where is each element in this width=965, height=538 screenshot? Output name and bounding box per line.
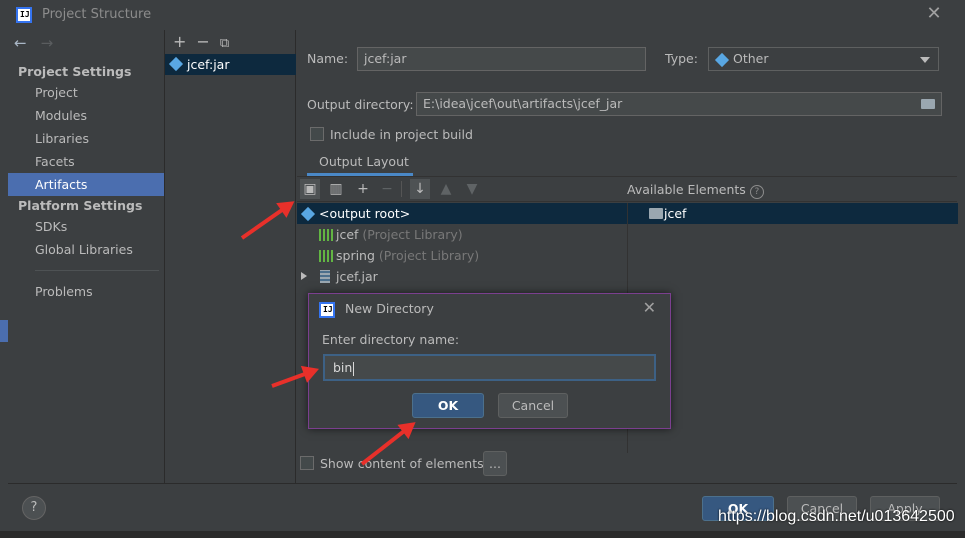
chevron-down-icon [920, 57, 930, 63]
platform-settings-header: Platform Settings [18, 198, 143, 213]
copy-icon[interactable]: ⧉ [220, 36, 229, 51]
artifact-list-toolbar: + − ⧉ [173, 32, 239, 51]
nav-arrows: ← → [14, 34, 67, 52]
include-build-label: Include in project build [330, 127, 473, 142]
type-combo-value: Other [733, 51, 769, 66]
move-down-icon[interactable]: ▼ [462, 179, 482, 199]
available-element-jcef[interactable]: jcef [628, 203, 958, 224]
nav-item-global-libraries[interactable]: Global Libraries [8, 238, 164, 261]
tree-row-label: spring (Project Library) [336, 248, 480, 263]
show-content-checkbox[interactable] [300, 456, 314, 470]
back-arrow-icon[interactable]: ← [14, 34, 27, 52]
dialog-close-icon[interactable]: ✕ [643, 298, 656, 317]
background-window-bottom [0, 531, 965, 538]
output-dir-value: E:\idea\jcef\out\artifacts\jcef_jar [423, 96, 623, 111]
help-icon[interactable]: ? [749, 185, 764, 199]
title-bar: IJ Project Structure ✕ [0, 0, 965, 30]
tree-row-label: <output root> [319, 206, 411, 221]
nav-item-modules[interactable]: Modules [8, 104, 164, 127]
layout-toolbar: ▣ ▥ + − ↓ ▲ ▼ Available Elements? [297, 176, 957, 202]
close-icon[interactable]: ✕ [924, 4, 944, 24]
artifact-list-pane: + − ⧉ jcef:jar [165, 30, 296, 483]
directory-name-input[interactable]: bin [323, 354, 656, 381]
toolbar-separator [401, 181, 402, 197]
project-settings-header: Project Settings [18, 64, 132, 79]
type-diamond-icon [714, 52, 730, 68]
forward-arrow-icon[interactable]: → [41, 34, 54, 52]
nav-divider [35, 270, 159, 271]
tree-row-label: jcef.jar [336, 269, 378, 284]
add-copy-icon[interactable]: + [353, 179, 373, 199]
dialog-cancel-button[interactable]: Cancel [498, 393, 568, 418]
directory-name-prompt: Enter directory name: [322, 332, 460, 347]
move-up-icon[interactable]: ▲ [436, 179, 456, 199]
library-icon [319, 250, 333, 262]
type-combo[interactable]: Other [708, 47, 939, 71]
intellij-logo-icon: IJ [319, 302, 335, 318]
name-field[interactable]: jcef:jar [357, 47, 646, 71]
tree-row-output-root[interactable]: <output root> [297, 203, 627, 224]
jar-icon [320, 270, 330, 283]
tree-row-jcef-jar[interactable]: jcef.jar [297, 266, 627, 287]
output-root-diamond-icon [300, 206, 316, 222]
create-archive-icon[interactable]: ▥ [326, 179, 346, 199]
output-dir-label: Output directory: [307, 97, 414, 112]
tree-row-jcef-library[interactable]: jcef (Project Library) [297, 224, 627, 245]
show-content-label: Show content of elements [320, 456, 484, 471]
intellij-logo-icon: IJ [16, 7, 32, 23]
background-window-strip [0, 320, 8, 342]
tab-output-layout[interactable]: Output Layout [307, 150, 413, 176]
sort-icon[interactable]: ↓ [410, 179, 430, 199]
directory-name-value: bin [333, 360, 353, 375]
nav-item-artifacts[interactable]: Artifacts [8, 173, 164, 196]
type-label: Type: [665, 51, 698, 66]
settings-nav: ← → Project Settings Project Modules Libr… [8, 30, 165, 483]
text-caret [353, 361, 355, 376]
tree-row-spring-library[interactable]: spring (Project Library) [297, 245, 627, 266]
dialog-title: New Directory [345, 301, 434, 316]
available-elements-label: Available Elements [627, 182, 746, 197]
dialog-ok-button[interactable]: OK [412, 393, 484, 418]
new-directory-icon[interactable]: ▣ [300, 179, 320, 199]
output-dir-field[interactable]: E:\idea\jcef\out\artifacts\jcef_jar [416, 92, 942, 116]
available-elements-tree: jcef [627, 203, 958, 453]
available-element-label: jcef [664, 206, 687, 221]
tree-row-label: jcef (Project Library) [336, 227, 463, 242]
nav-item-project[interactable]: Project [8, 81, 164, 104]
artifact-item[interactable]: jcef:jar [165, 54, 296, 75]
artifact-item-label: jcef:jar [187, 57, 230, 72]
watermark-text: https://blog.csdn.net/u013642500 [718, 508, 955, 525]
name-label: Name: [307, 51, 349, 66]
window-title: Project Structure [42, 7, 152, 22]
artifact-diamond-icon [168, 56, 184, 72]
nav-item-libraries[interactable]: Libraries [8, 127, 164, 150]
ellipsis-button[interactable]: ... [483, 451, 507, 476]
add-icon[interactable]: + [173, 32, 186, 51]
new-directory-dialog: IJ New Directory ✕ Enter directory name:… [308, 293, 671, 429]
remove-icon[interactable]: − [196, 32, 209, 51]
nav-item-facets[interactable]: Facets [8, 150, 164, 173]
library-icon [319, 229, 333, 241]
remove-element-icon[interactable]: − [377, 179, 397, 199]
help-button[interactable]: ? [22, 496, 46, 520]
folder-icon [649, 208, 663, 219]
nav-item-problems[interactable]: Problems [8, 280, 164, 303]
nav-item-sdks[interactable]: SDKs [8, 215, 164, 238]
include-build-checkbox[interactable] [310, 127, 324, 141]
expand-arrow-icon[interactable] [301, 272, 307, 280]
available-elements-header: Available Elements? [627, 182, 764, 199]
folder-browse-icon[interactable] [921, 99, 935, 109]
